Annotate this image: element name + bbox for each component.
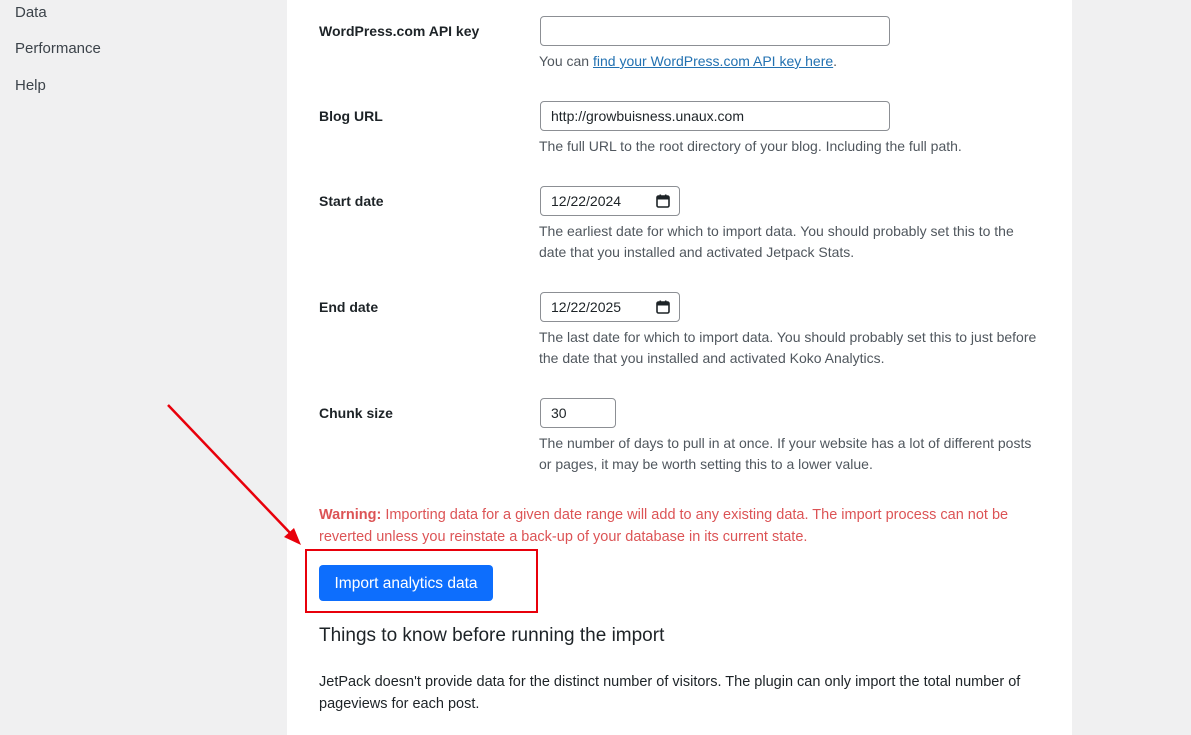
import-settings-panel: WordPress.com API key You can find your …: [287, 0, 1072, 735]
warning-label: Warning:: [319, 507, 382, 523]
chunk-size-input[interactable]: [540, 398, 616, 428]
api-key-label: WordPress.com API key: [319, 23, 480, 39]
end-date-label: End date: [319, 299, 379, 315]
blog-url-description: The full URL to the root directory of yo…: [539, 138, 962, 154]
api-key-description: You can find your WordPress.com API key …: [539, 51, 1039, 72]
chunk-size-label: Chunk size: [319, 405, 393, 421]
section-heading: Things to know before running the import: [319, 625, 665, 646]
annotation-highlight-box: [305, 549, 538, 613]
notes-paragraph: JetPack doesn't provide data for the dis…: [319, 674, 1021, 712]
start-date-value: 12/22/2024: [551, 193, 622, 209]
sidebar-item-performance[interactable]: Performance: [15, 40, 101, 57]
api-key-desc-suffix: .: [833, 53, 838, 69]
import-warning: Warning: Importing data for a given date…: [319, 505, 1044, 548]
calendar-icon[interactable]: [656, 300, 670, 314]
blog-url-label: Blog URL: [319, 108, 383, 124]
end-date-value: 12/22/2025: [551, 299, 622, 315]
sidebar-item-data[interactable]: Data: [15, 4, 47, 21]
admin-sidebar: Data Performance Help: [0, 0, 286, 735]
start-date-label: Start date: [319, 193, 384, 209]
calendar-icon[interactable]: [656, 194, 670, 208]
chunk-size-description: The number of days to pull in at once. I…: [539, 435, 1032, 472]
sidebar-item-help[interactable]: Help: [15, 77, 46, 94]
find-api-key-link[interactable]: find your WordPress.com API key here: [593, 53, 833, 69]
start-date-description: The earliest date for which to import da…: [539, 223, 1014, 260]
warning-text: Importing data for a given date range wi…: [319, 507, 1009, 545]
end-date-description: The last date for which to import data. …: [539, 329, 1037, 366]
end-date-input[interactable]: 12/22/2025: [540, 292, 680, 322]
blog-url-input[interactable]: [540, 101, 890, 131]
api-key-input[interactable]: [540, 16, 890, 46]
api-key-desc-prefix: You can: [539, 53, 593, 69]
start-date-input[interactable]: 12/22/2024: [540, 186, 680, 216]
